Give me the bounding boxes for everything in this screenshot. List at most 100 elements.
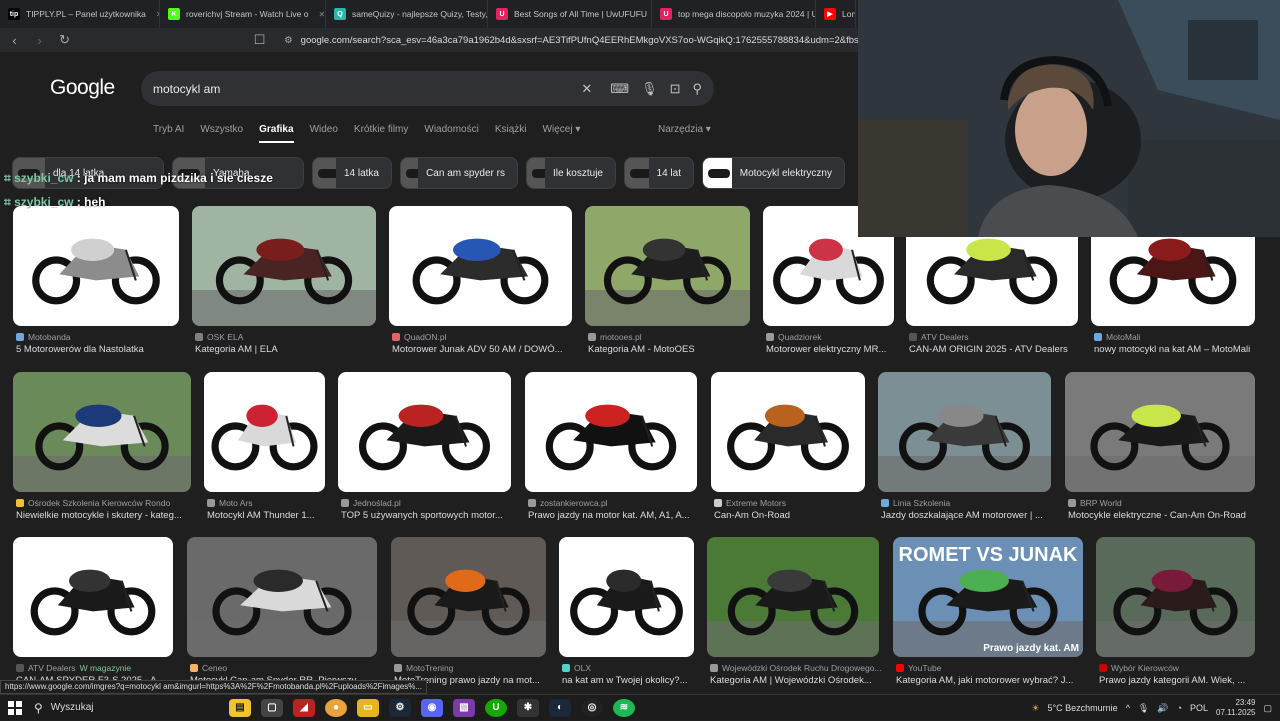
result-source[interactable]: QuadON.pl xyxy=(392,332,447,342)
tab-close-icon[interactable]: ✕ xyxy=(319,10,326,19)
result-title[interactable]: Jazdy doszkalające AM motorower | ... xyxy=(881,510,1058,521)
result-thumbnail[interactable] xyxy=(13,372,191,492)
result-thumbnail[interactable] xyxy=(192,206,376,326)
result-thumbnail[interactable] xyxy=(559,537,694,657)
result-thumbnail[interactable] xyxy=(187,537,377,657)
result-source[interactable]: Extreme Motors xyxy=(714,498,786,508)
image-result-card[interactable]: motooes.pl Kategoria AM - MotoOES xyxy=(585,206,750,356)
discord-icon[interactable]: ◉ xyxy=(421,698,443,717)
obs-icon[interactable]: ◎ xyxy=(581,698,603,717)
microphone-icon[interactable]: 🎙 xyxy=(1138,703,1149,714)
bookmark-icon[interactable]: ☐ xyxy=(253,32,266,48)
search-icon[interactable]: ⚲ xyxy=(692,81,702,97)
tray-chevron-icon[interactable]: ^ xyxy=(1126,703,1130,713)
image-result-card[interactable]: OLX na kat am w Twojej okolicy?... xyxy=(559,537,694,687)
result-thumbnail[interactable] xyxy=(338,372,511,492)
result-source[interactable]: zostankierowca.pl xyxy=(528,498,608,508)
result-thumbnail[interactable] xyxy=(13,206,179,326)
clock[interactable]: 23:49 07.11.2025 xyxy=(1216,698,1255,718)
result-thumbnail[interactable] xyxy=(391,537,546,657)
result-thumbnail[interactable] xyxy=(13,537,173,657)
file-explorer-icon[interactable]: ▢ xyxy=(261,698,283,717)
folder-icon[interactable]: ▭ xyxy=(357,698,379,717)
search-box[interactable]: motocykl am ✕ ⌨ 🎙 ⊡ ⚲ xyxy=(141,71,714,106)
start-button[interactable] xyxy=(0,700,30,715)
result-thumbnail[interactable] xyxy=(389,206,572,326)
result-title[interactable]: Can-Am On-Road xyxy=(714,510,872,521)
image-result-card[interactable]: Wybór Kierowców Prawo jazdy kategorii AM.… xyxy=(1096,537,1255,687)
result-thumbnail[interactable] xyxy=(585,206,750,326)
image-result-card[interactable]: MotoTrening MotoTrening prawo jazdy na mo… xyxy=(391,537,546,687)
search-tab[interactable]: Tryb AI xyxy=(153,124,184,143)
image-result-card[interactable]: BRP World Motocykle elektryczne - Can-Am … xyxy=(1065,372,1255,522)
search-tab[interactable]: Książki xyxy=(495,124,527,143)
result-source[interactable]: Wojewódzki Ośrodek Ruchu Drogowego... xyxy=(710,663,882,673)
image-result-card[interactable]: OSK ELA Kategoria AM | ELA xyxy=(192,206,376,356)
tools-button[interactable]: Narzędzia ▾ xyxy=(658,124,711,135)
result-source[interactable]: Quadziorek xyxy=(766,332,821,342)
search-tab[interactable]: Więcej ▾ xyxy=(543,124,581,143)
app-icon[interactable]: ◢ xyxy=(293,698,315,717)
browser-tab[interactable]: Utop mega discopolo muzyka 2024 | U✕ xyxy=(652,0,816,28)
image-result-card[interactable]: Wojewódzki Ośrodek Ruchu Drogowego... Kat… xyxy=(707,537,882,687)
browser-tab[interactable]: tipTIPPLY.PL – Panel użytkownika✕ xyxy=(0,0,160,28)
active-app-icon[interactable]: ▧ xyxy=(453,698,475,717)
image-result-card[interactable]: Jednoślad.pl TOP 5 używanych sportowych m… xyxy=(338,372,511,522)
result-source[interactable]: Motobanda xyxy=(16,332,71,342)
search-tab[interactable]: Grafika xyxy=(259,124,294,143)
google-logo[interactable]: Google xyxy=(50,76,115,100)
volume-icon[interactable]: 🔊 xyxy=(1157,703,1168,714)
result-title[interactable]: Kategoria AM | ELA xyxy=(195,344,383,355)
image-result-card[interactable]: Motobanda 5 Motorowerów dla Nastolatka xyxy=(13,206,179,356)
forward-icon[interactable]: › xyxy=(33,33,46,48)
steam-icon[interactable]: ⚙ xyxy=(389,698,411,717)
result-source[interactable]: Wybór Kierowców xyxy=(1099,663,1179,673)
weather-text[interactable]: 5°C Bezchmurnie xyxy=(1048,703,1118,713)
result-title[interactable]: Motocykl AM Thunder 1... xyxy=(207,510,332,521)
refinement-chip[interactable]: Motocykl elektryczny xyxy=(702,157,845,189)
result-source[interactable]: Linia Szkolenia xyxy=(881,498,950,508)
result-title[interactable]: Kategoria AM | Wojewódzki Ośrodek... xyxy=(710,675,886,686)
result-thumbnail[interactable] xyxy=(711,372,865,492)
result-thumbnail[interactable] xyxy=(525,372,697,492)
result-source[interactable]: YouTube xyxy=(896,663,941,673)
image-result-card[interactable]: Linia Szkolenia Jazdy doszkalające AM mot… xyxy=(878,372,1051,522)
result-title[interactable]: Kategoria AM - MotoOES xyxy=(588,344,757,355)
result-source[interactable]: MotoMali xyxy=(1094,332,1140,342)
result-title[interactable]: Motorower Junak ADV 50 AM / DOWÓ... xyxy=(392,344,579,355)
result-title[interactable]: na kat am w Twojej okolicy?... xyxy=(562,675,701,686)
result-title[interactable]: Kategoria AM, jaki motorower wybrać? J..… xyxy=(896,675,1090,686)
result-thumbnail[interactable] xyxy=(878,372,1051,492)
language-indicator[interactable]: POL xyxy=(1190,703,1208,713)
result-thumbnail[interactable] xyxy=(707,537,879,657)
search-tab[interactable]: Krótkie filmy xyxy=(354,124,408,143)
refinement-chip[interactable]: 14 latka xyxy=(312,157,392,189)
result-source[interactable]: Ośrodek Szkolenia Kierowców Rondo xyxy=(16,498,170,508)
image-result-card[interactable]: zostankierowca.pl Prawo jazdy na motor ka… xyxy=(525,372,697,522)
result-source[interactable]: Ceneo xyxy=(190,663,227,673)
result-thumbnail[interactable]: ROMET VS JUNAK Prawo jazdy kat. AM xyxy=(893,537,1083,657)
result-title[interactable]: Motorower elektryczny MR... xyxy=(766,344,901,355)
image-result-card[interactable]: Extreme Motors Can-Am On-Road xyxy=(711,372,865,522)
result-title[interactable]: Prawo jazdy kategorii AM. Wiek, ... xyxy=(1099,675,1262,686)
browser-tab[interactable]: QsameQuizy - najlepsze Quizy, Testy, C✕ xyxy=(326,0,488,28)
browser-tab[interactable]: UBest Songs of All Time | UwUFUFU✕ xyxy=(488,0,652,28)
chrome-icon[interactable]: ● xyxy=(325,698,347,717)
search-tab[interactable]: Wideo xyxy=(310,124,338,143)
result-title[interactable]: Niewielkie motocykle i skutery - kateg..… xyxy=(16,510,198,521)
upwork-icon[interactable]: U xyxy=(485,698,507,717)
result-title[interactable]: TOP 5 używanych sportowych motor... xyxy=(341,510,518,521)
result-thumbnail[interactable] xyxy=(1096,537,1255,657)
image-result-card[interactable]: Moto Ars Motocykl AM Thunder 1... xyxy=(204,372,325,522)
result-thumbnail[interactable] xyxy=(204,372,325,492)
result-source[interactable]: OSK ELA xyxy=(195,332,243,342)
settings-icon[interactable]: ✱ xyxy=(517,698,539,717)
image-result-card[interactable]: ROMET VS JUNAK Prawo jazdy kat. AM YouTube… xyxy=(893,537,1083,687)
notification-icon[interactable]: ▢ xyxy=(1263,703,1272,714)
steam-icon-2[interactable]: ◐ xyxy=(549,698,571,717)
site-info-icon[interactable]: ⚙ xyxy=(284,35,293,46)
image-result-card[interactable]: CeneoMotocykl Can-am Spyder RR, Pierwszy… xyxy=(187,537,377,687)
image-result-card[interactable]: Ośrodek Szkolenia Kierowców Rondo Niewiel… xyxy=(13,372,191,522)
refinement-chip[interactable]: Ile kosztuje xyxy=(526,157,616,189)
url-field[interactable]: ⚙ google.com/search?sca_esv=46a3ca79a196… xyxy=(284,35,860,46)
